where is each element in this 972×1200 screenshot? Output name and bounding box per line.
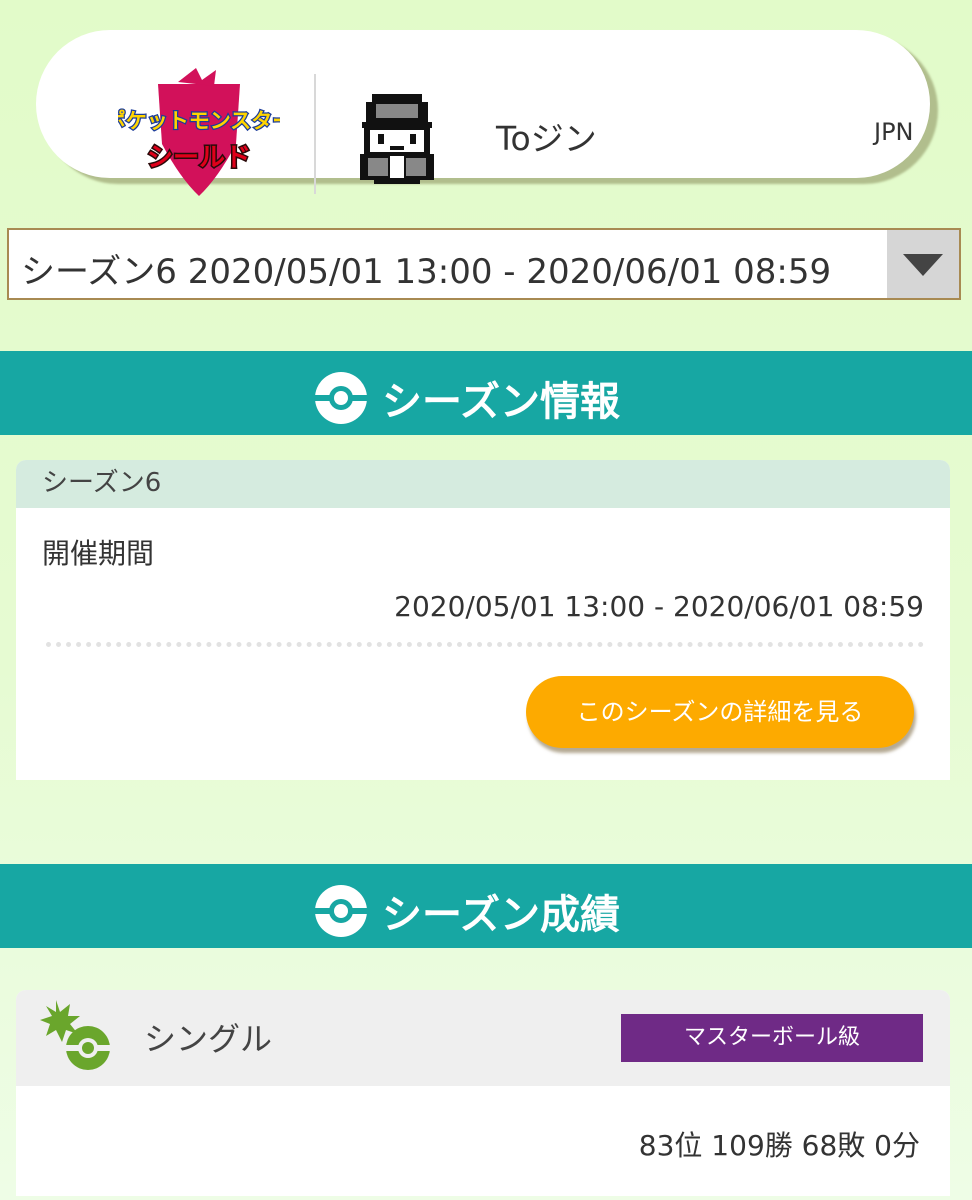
period-value: 2020/05/01 13:00 - 2020/06/01 08:59 <box>394 590 924 623</box>
dotted-divider <box>46 642 924 647</box>
pokeball-icon <box>314 885 368 937</box>
trainer-region: JPN <box>874 118 914 146</box>
pokeball-icon <box>314 372 368 424</box>
game-logo: ポケットモンスター シールド <box>103 66 295 206</box>
svg-text:シールド: シールド <box>147 143 251 173</box>
trainer-name: Toジン <box>496 119 597 158</box>
season-details-button[interactable]: このシーズンの詳細を見る <box>526 676 914 748</box>
season-info-card: シーズン6 開催期間 2020/05/01 13:00 - 2020/06/01… <box>16 460 950 780</box>
period-label: 開催期間 <box>42 537 155 570</box>
dropdown-arrow-button[interactable] <box>887 230 959 298</box>
season-info-banner: シーズン情報 <box>0 351 972 435</box>
svg-text:ポケットモンスター: ポケットモンスター <box>118 109 280 133</box>
season-info-card-title: シーズン6 <box>16 460 950 508</box>
season-info-title: シーズン情報 <box>382 379 620 425</box>
single-battle-record-card: シングル マスターボール級 83位 109勝 68敗 0分 <box>16 990 950 1196</box>
trainer-sprite <box>354 94 440 188</box>
profile-card: ポケットモンスター シールド Toジン JPN <box>36 30 930 196</box>
season-results-banner: シーズン成績 <box>0 864 972 948</box>
record-stats: 83位 109勝 68敗 0分 <box>638 1129 920 1162</box>
card-divider <box>314 74 316 194</box>
rank-class-badge: マスターボール級 <box>621 1014 923 1062</box>
single-battle-icon <box>38 998 118 1076</box>
season-select-value: シーズン6 2020/05/01 13:00 - 2020/06/01 08:5… <box>21 252 832 292</box>
dropdown-arrow-icon <box>903 254 943 276</box>
record-card-header: シングル マスターボール級 <box>16 990 950 1086</box>
season-results-title: シーズン成績 <box>382 892 620 938</box>
season-select[interactable]: シーズン6 2020/05/01 13:00 - 2020/06/01 08:5… <box>7 228 961 300</box>
battle-type-label: シングル <box>144 1020 273 1058</box>
